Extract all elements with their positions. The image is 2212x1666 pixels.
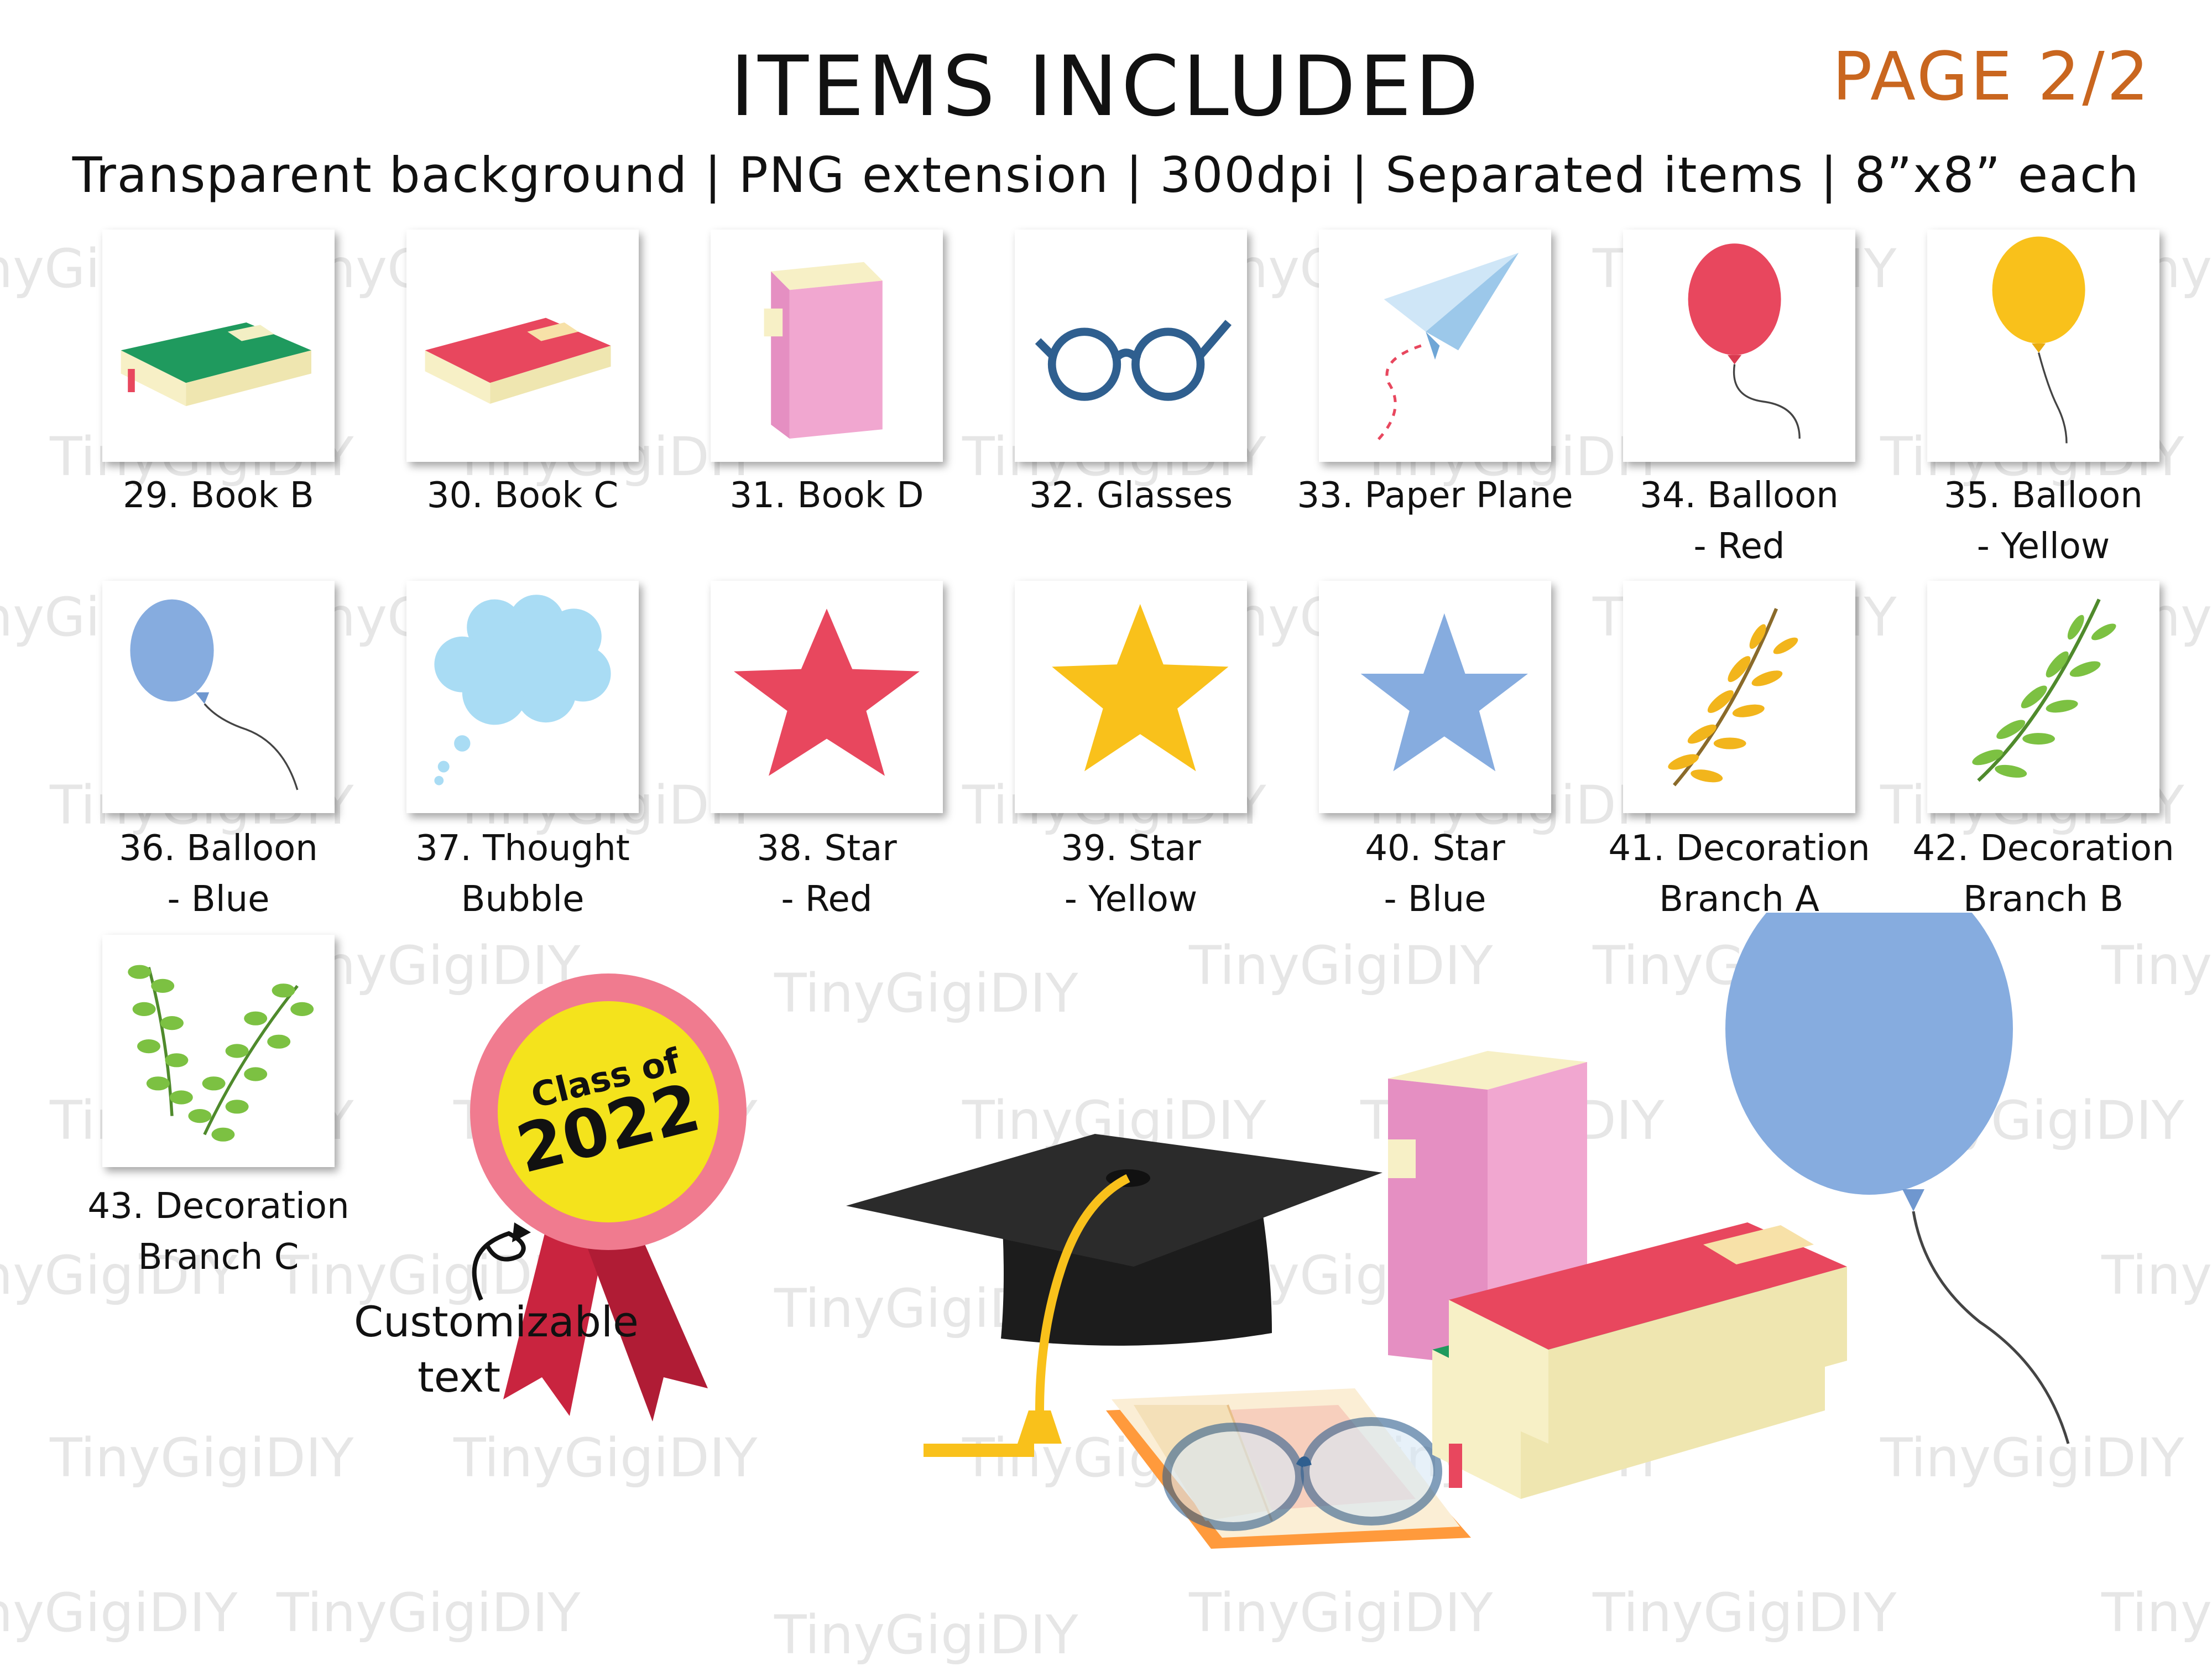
note-line1: Customizable (354, 1297, 639, 1346)
item-tile (406, 581, 639, 813)
pink-book-icon (764, 262, 883, 439)
item-caption-line1: 30. Book C (426, 475, 619, 516)
item-tile (1623, 581, 1855, 813)
item-tile (102, 581, 335, 813)
page-subtitle: Transparent background | PNG extension |… (72, 147, 2140, 204)
item-caption-line1: 34. Balloon (1640, 475, 1839, 516)
green-book-icon (121, 322, 311, 407)
item-tile (1927, 581, 2159, 813)
item-caption-line1: 40. Star (1365, 828, 1505, 869)
item-caption: 31. Book D (672, 470, 982, 521)
arrow-icon (472, 1231, 526, 1301)
item-caption: 42. Decoration Branch B (1888, 823, 2198, 925)
item-caption-line1: 32. Glasses (1029, 475, 1233, 516)
item-tile (1015, 230, 1247, 462)
item-tile (102, 230, 335, 462)
green-branches-icon (128, 965, 314, 1142)
item-caption: 39. Star - Yellow (976, 823, 1286, 925)
item-caption: 30. Book C (368, 470, 677, 521)
item-caption-line1: 41. Decoration (1608, 828, 1870, 869)
item-caption-line1: 29. Book B (123, 475, 314, 516)
glasses-icon (1035, 320, 1232, 401)
yellow-balloon-icon (1992, 236, 2085, 444)
green-branch-icon (1972, 598, 2116, 782)
hero-illustration: Class of 2022 (321, 863, 2201, 1643)
yellow-star-icon (1052, 604, 1229, 772)
item-tile (1319, 581, 1551, 813)
item-tile (711, 581, 943, 813)
item-caption: 35. Balloon - Yellow (1888, 470, 2198, 572)
red-balloon-icon (1688, 243, 1801, 439)
item-tile (406, 230, 639, 462)
item-tile (1319, 230, 1551, 462)
item-caption: 37. Thought Bubble (368, 823, 677, 925)
item-caption-line1: 42. Decoration (1912, 828, 2174, 869)
blue-balloon-icon (130, 599, 299, 790)
graduation-scene: Class of 2022 (470, 863, 2070, 1549)
watermark-text: TinyGigiDIY (50, 1427, 354, 1489)
item-caption-line1: 39. Star (1061, 828, 1201, 869)
item-caption-line2: - Red (1693, 526, 1785, 567)
note-line2: text (418, 1352, 500, 1402)
item-tile (711, 230, 943, 462)
item-tile (102, 935, 335, 1167)
watermark-text: TinyGigiDIY (0, 1582, 238, 1644)
item-caption-line1: 35. Balloon (1944, 475, 2143, 516)
item-caption-line1: 33. Paper Plane (1297, 475, 1573, 516)
thought-bubble-icon (434, 595, 611, 785)
item-caption: 38. Star - Red (672, 823, 982, 925)
item-caption: 34. Balloon - Red (1584, 470, 1894, 572)
item-caption: 41. Decoration Branch A (1584, 823, 1894, 925)
item-caption: 29. Book B (64, 470, 373, 521)
item-caption: 40. Star - Blue (1280, 823, 1590, 925)
customizable-text-note: Customizable text (354, 1294, 639, 1405)
paper-plane-icon (1374, 253, 1519, 445)
page-indicator: PAGE 2/2 (1832, 39, 2151, 116)
item-caption-line1: 37. Thought (415, 828, 630, 869)
item-caption: 33. Paper Plane (1280, 470, 1590, 521)
red-book-icon (425, 317, 611, 404)
item-caption-line1: 31. Book D (729, 475, 924, 516)
item-tile (1927, 230, 2159, 462)
item-caption-line1: 36. Balloon (119, 828, 318, 869)
item-caption-line1: 38. Star (757, 828, 897, 869)
red-star-icon (734, 608, 920, 776)
item-caption-line2: - Yellow (1976, 526, 2110, 567)
item-tile (1623, 230, 1855, 462)
yellow-branch-icon (1668, 608, 1798, 787)
item-caption: 32. Glasses (976, 470, 1286, 521)
item-tile (1015, 581, 1247, 813)
blue-star-icon (1360, 613, 1528, 772)
item-caption: 36. Balloon - Blue (64, 823, 373, 925)
